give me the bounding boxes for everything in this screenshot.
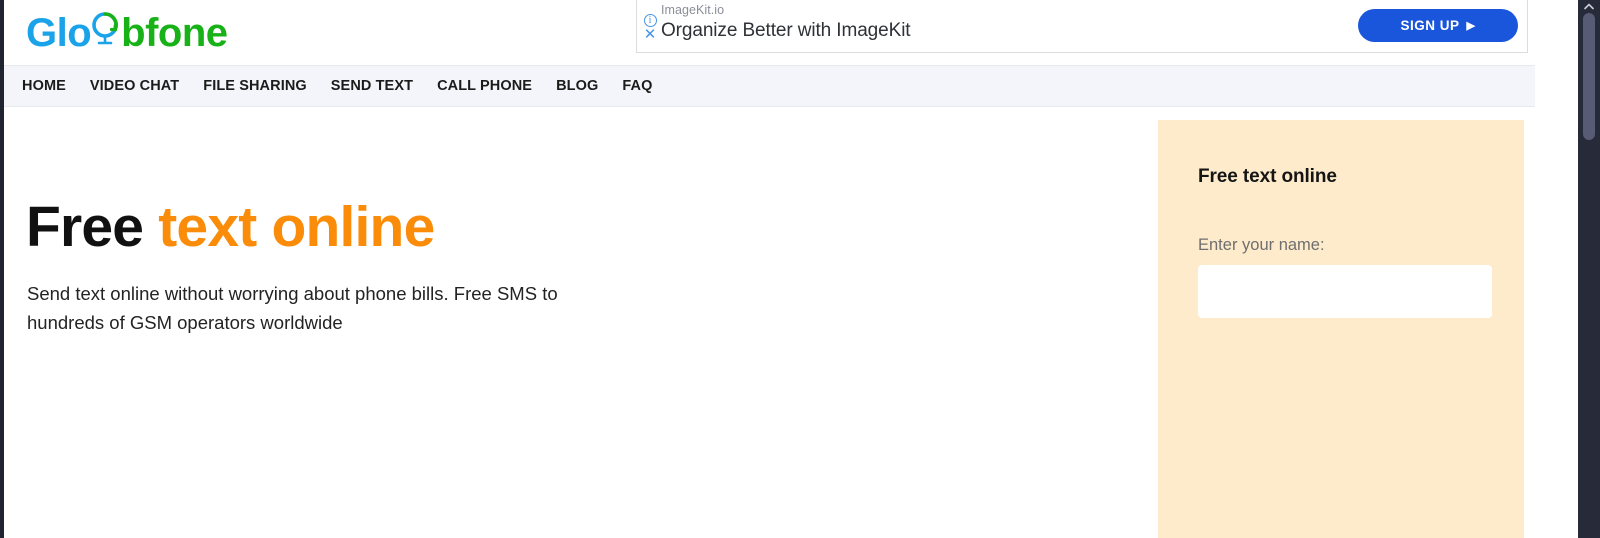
panel-title: Free text online <box>1198 166 1337 187</box>
page-title-primary: Free <box>26 195 144 259</box>
close-x-icon[interactable]: ✕ <box>644 27 657 42</box>
chevron-up-icon[interactable] <box>1578 0 1600 12</box>
page-title: Free text online <box>26 195 435 259</box>
ad-banner: i ✕ ImageKit.io Organize Better with Ima… <box>636 0 1528 53</box>
globe-icon <box>91 6 121 46</box>
ad-headline: Organize Better with ImageKit <box>661 20 911 41</box>
logo-text-bfone: bfone <box>121 11 228 55</box>
vertical-scrollbar[interactable] <box>1578 0 1600 538</box>
ad-signup-label: SIGN UP <box>1400 18 1460 33</box>
name-field-label: Enter your name: <box>1198 236 1325 254</box>
logo-text-glo: Glo <box>26 11 92 55</box>
nav-item-file-sharing[interactable]: FILE SHARING <box>203 78 307 94</box>
nav-item-video-chat[interactable]: VIDEO CHAT <box>90 78 179 94</box>
nav-item-send-text[interactable]: SEND TEXT <box>331 78 413 94</box>
nav-item-call-phone[interactable]: CALL PHONE <box>437 78 532 94</box>
site-header: Glo bfone i ✕ ImageKit.io Organize Bette… <box>4 0 1535 64</box>
site-logo[interactable]: Glo bfone <box>26 6 228 55</box>
name-input[interactable] <box>1198 265 1492 318</box>
window-left-edge <box>0 0 4 538</box>
nav-item-blog[interactable]: BLOG <box>556 78 598 94</box>
ad-text-block[interactable]: ImageKit.io Organize Better with ImageKi… <box>661 2 911 43</box>
page-description: Send text online without worrying about … <box>27 283 558 333</box>
main-content: Free text online Send text online withou… <box>4 107 1535 538</box>
nav-item-faq[interactable]: FAQ <box>622 78 652 94</box>
ad-icon-group: i ✕ <box>640 14 660 42</box>
scrollbar-thumb[interactable] <box>1583 13 1595 140</box>
play-caret-icon: ▶ <box>1466 20 1476 32</box>
ad-signup-button[interactable]: SIGN UP ▶ <box>1358 9 1518 42</box>
send-text-panel: Free text online Enter your name: <box>1158 120 1524 538</box>
page-root: Glo bfone i ✕ ImageKit.io Organize Bette… <box>0 0 1600 538</box>
ad-source-label: ImageKit.io <box>661 3 725 17</box>
nav-item-home[interactable]: HOME <box>22 78 66 94</box>
main-navigation: HOME VIDEO CHAT FILE SHARING SEND TEXT C… <box>4 65 1535 107</box>
page-title-accent: text online <box>158 195 435 259</box>
